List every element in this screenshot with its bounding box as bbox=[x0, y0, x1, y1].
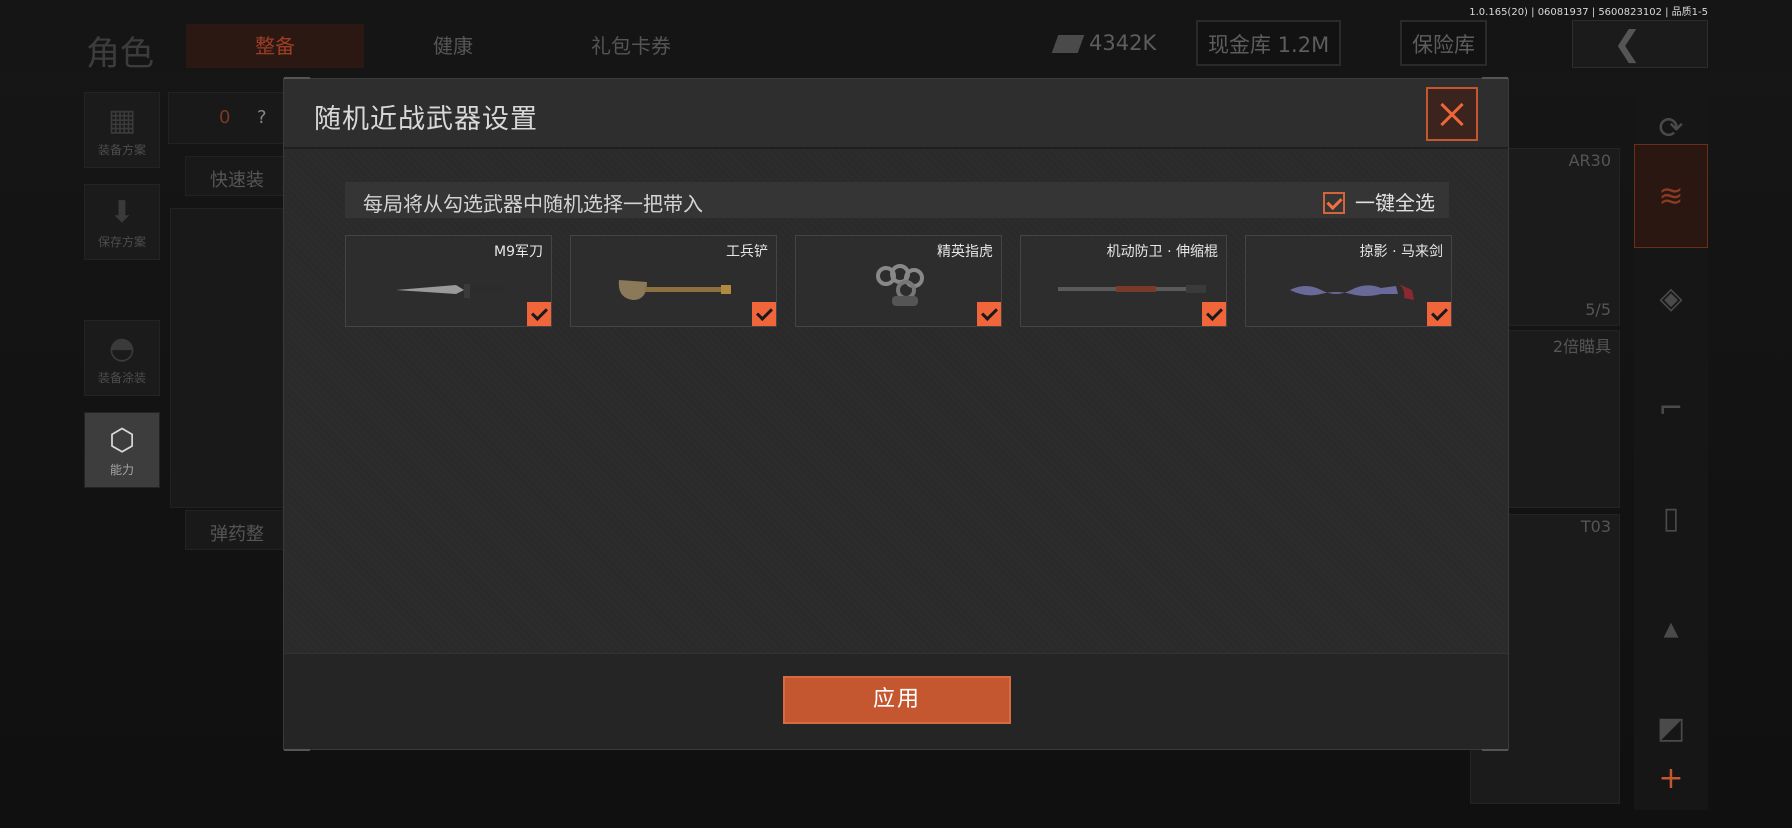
apply-button[interactable]: 应用 bbox=[783, 676, 1011, 724]
weapon-checkbox[interactable] bbox=[1202, 302, 1226, 326]
quick-equip-button[interactable]: 快速装 bbox=[185, 156, 285, 196]
slot-name: T03 bbox=[1580, 517, 1611, 536]
back-button[interactable]: ❮ bbox=[1572, 20, 1708, 68]
weapon-card-knuckles[interactable]: 精英指虎 bbox=[795, 235, 1002, 327]
weapon-name: 精英指虎 bbox=[937, 244, 993, 260]
money-value: 4342K bbox=[1089, 31, 1157, 55]
weapon-checkbox[interactable] bbox=[1427, 302, 1451, 326]
cash-vault-label: 现金库 1.2M bbox=[1208, 33, 1330, 57]
dialog-header: 随机近战武器设置 bbox=[284, 79, 1508, 149]
weapon-name: 工兵铲 bbox=[726, 244, 768, 260]
cash-vault-button[interactable]: 现金库 1.2M bbox=[1196, 20, 1342, 66]
ammo-label: 弹药整 bbox=[210, 524, 264, 545]
helmet-icon: ◓ bbox=[108, 331, 136, 366]
money-icon bbox=[1051, 35, 1085, 53]
ammo-icon[interactable]: ▴ bbox=[1634, 592, 1708, 666]
knife-icon bbox=[396, 284, 504, 298]
weapon-card-baton[interactable]: 机动防卫 · 伸缩棍 bbox=[1020, 235, 1227, 327]
weapon-checkbox[interactable] bbox=[527, 302, 551, 326]
checkbox-icon bbox=[1323, 191, 1345, 214]
version-info: 1.0.165(20) | 06081937 | 5600823102 | 品质… bbox=[1469, 7, 1708, 18]
tab-health[interactable]: 健康 bbox=[364, 24, 542, 68]
quick-equip-label: 快速装 bbox=[210, 170, 264, 191]
sidebar-item-skin[interactable]: ◓ 装备涂装 bbox=[84, 320, 160, 396]
slot-name: 2倍瞄具 bbox=[1552, 337, 1611, 356]
rifle-icon[interactable]: ⌐ bbox=[1634, 372, 1708, 446]
armor-icon[interactable]: ◈ bbox=[1634, 262, 1708, 336]
sidebar-item-label: 装备方案 bbox=[97, 143, 146, 157]
weapon-card-kris[interactable]: 掠影 · 马来剑 bbox=[1245, 235, 1452, 327]
info-bar: 每局将从勾选武器中随机选择一把带入 一键全选 bbox=[345, 182, 1449, 218]
weapon-name: 机动防卫 · 伸缩棍 bbox=[1106, 244, 1218, 260]
select-all-label: 一键全选 bbox=[1355, 191, 1435, 215]
ability-icon: ⬡ bbox=[108, 423, 136, 458]
weapon-checkbox[interactable] bbox=[977, 302, 1001, 326]
download-icon: ⬇ bbox=[109, 195, 135, 230]
sidebar-item-loadout[interactable]: ▦ 装备方案 bbox=[84, 92, 160, 168]
money-display: 4342K bbox=[1051, 20, 1157, 66]
sidebar-item-label: 装备涂装 bbox=[97, 371, 146, 385]
tab-gift-cards[interactable]: 礼包卡券 bbox=[542, 24, 720, 68]
magazine-icon[interactable]: ▯ bbox=[1634, 482, 1708, 556]
close-button[interactable] bbox=[1426, 87, 1478, 141]
back-arrow-icon: ❮ bbox=[1613, 24, 1642, 64]
dialog-footer: 应用 bbox=[284, 653, 1508, 749]
knuckles-icon bbox=[876, 264, 924, 306]
weapon-name: M9军刀 bbox=[494, 244, 543, 260]
category-column: ⟳ ≋ ◈ ⌐ ▯ ▴ ◩ + bbox=[1634, 92, 1708, 810]
shovel-icon bbox=[618, 280, 731, 300]
layers-icon[interactable]: ≋ bbox=[1634, 144, 1708, 248]
select-all-checkbox[interactable]: 一键全选 bbox=[1323, 187, 1435, 215]
ammo-button[interactable]: 弹药整 bbox=[185, 510, 285, 550]
safe-box-button[interactable]: 保险库 bbox=[1400, 20, 1487, 66]
count-value: 0 bbox=[219, 107, 231, 128]
page-title: 角色 bbox=[86, 34, 154, 74]
stats-panel: 0 ? bbox=[168, 92, 288, 144]
unknown-mark: ? bbox=[257, 107, 267, 128]
baton-icon bbox=[1058, 285, 1206, 293]
weapon-checkbox[interactable] bbox=[752, 302, 776, 326]
melee-settings-dialog: 随机近战武器设置 每局将从勾选武器中随机选择一把带入 一键全选 M9军刀 工兵铲… bbox=[283, 77, 1509, 751]
vest-icon: ▦ bbox=[107, 103, 137, 138]
sidebar-item-save[interactable]: ⬇ 保存方案 bbox=[84, 184, 160, 260]
tab-equip[interactable]: 整备 bbox=[186, 24, 364, 68]
safe-box-label: 保险库 bbox=[1412, 33, 1475, 57]
info-text: 每局将从勾选武器中随机选择一把带入 bbox=[363, 192, 703, 216]
dialog-title: 随机近战武器设置 bbox=[314, 104, 538, 135]
slot-name: AR30 bbox=[1568, 151, 1611, 170]
weapon-name: 掠影 · 马来剑 bbox=[1359, 244, 1443, 260]
sidebar-item-label: 保存方案 bbox=[97, 235, 146, 249]
kris-sword-icon bbox=[1290, 282, 1414, 300]
weapon-card-m9[interactable]: M9军刀 bbox=[345, 235, 552, 327]
sidebar-item-label: 能力 bbox=[109, 463, 134, 477]
slot-count: 5/5 bbox=[1585, 300, 1611, 319]
weapon-card-shovel[interactable]: 工兵铲 bbox=[570, 235, 777, 327]
add-icon[interactable]: + bbox=[1634, 742, 1708, 816]
equip-slots-panel bbox=[170, 208, 286, 508]
sidebar-item-ability[interactable]: ⬡ 能力 bbox=[84, 412, 160, 488]
